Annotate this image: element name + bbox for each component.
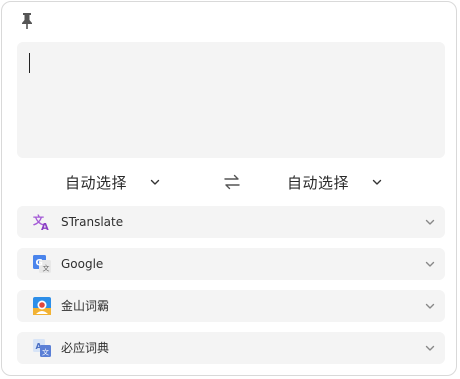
service-item-bing-dict[interactable]: A 文 必应词典 [17,332,445,364]
google-translate-icon: G 文 [33,255,51,273]
svg-text:文: 文 [42,348,49,357]
swap-languages-icon[interactable] [223,173,241,191]
service-item-iciba[interactable]: 金山词霸 [17,290,445,322]
svg-text:文: 文 [43,264,50,273]
source-text-input[interactable] [17,42,445,158]
service-item-google[interactable]: G 文 Google [17,248,445,280]
service-item-stranslate[interactable]: 文 A STranslate [17,206,445,238]
service-name: 必应词典 [61,341,110,355]
source-language-label: 自动选择 [65,173,128,192]
chevron-down-icon [150,179,160,185]
target-language-select[interactable]: 自动选择 [287,166,383,198]
language-selector-row: 自动选择 自动选择 [17,166,445,198]
chevron-down-icon[interactable] [424,342,436,354]
text-caret [29,53,30,73]
chevron-down-icon [372,179,382,185]
source-language-select[interactable]: 自动选择 [65,166,161,198]
stranslate-logo-icon: 文 A [33,213,49,231]
chevron-down-icon[interactable] [424,216,436,228]
svg-text:A: A [41,222,49,231]
chevron-down-icon[interactable] [424,258,436,270]
app-window: 自动选择 自动选择 文 A STranslate G 文 Google 金山词霸… [1,1,457,376]
service-name: STranslate [61,215,124,229]
bing-dict-icon: A 文 [33,339,51,357]
pin-icon[interactable] [19,12,35,30]
chevron-down-icon[interactable] [424,300,436,312]
iciba-icon [33,297,51,315]
target-language-label: 自动选择 [287,173,350,192]
service-name: 金山词霸 [61,299,110,313]
service-name: Google [61,257,104,271]
